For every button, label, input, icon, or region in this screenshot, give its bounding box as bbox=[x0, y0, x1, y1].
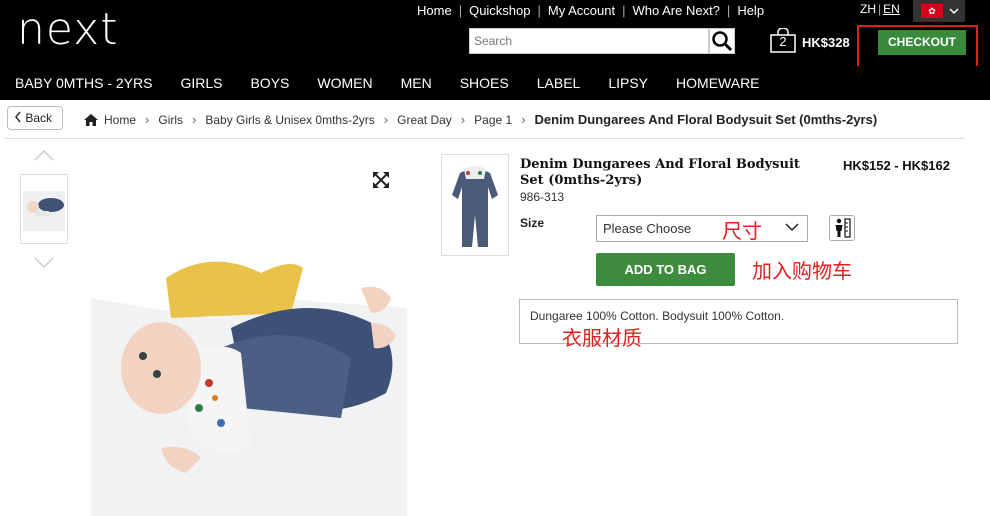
breadcrumb: Home › Girls › Baby Girls & Unisex 0mths… bbox=[84, 112, 877, 127]
material-text: Dungaree 100% Cotton. Bodysuit 100% Cott… bbox=[530, 309, 785, 323]
lang-zh[interactable]: ZH bbox=[860, 2, 876, 16]
nav-item-girls[interactable]: GIRLS bbox=[180, 75, 222, 91]
toplink-my-account[interactable]: My Account bbox=[541, 3, 622, 18]
chevron-right-icon: › bbox=[145, 112, 150, 127]
nav-item-homeware[interactable]: HOMEWARE bbox=[676, 75, 759, 91]
breadcrumb-girls[interactable]: Girls bbox=[158, 113, 183, 127]
main-nav: BABY 0MTHS - 2YRS GIRLS BOYS WOMEN MEN S… bbox=[0, 66, 990, 100]
back-label: Back bbox=[25, 111, 53, 125]
product-thumbnail bbox=[441, 154, 509, 256]
search-input[interactable] bbox=[469, 28, 709, 54]
nav-item-lipsy[interactable]: LIPSY bbox=[608, 75, 648, 91]
nav-item-label[interactable]: LABEL bbox=[537, 75, 581, 91]
nav-item-women[interactable]: WOMEN bbox=[317, 75, 372, 91]
breadcrumb-current: Denim Dungarees And Floral Bodysuit Set … bbox=[534, 112, 878, 127]
checkout-annotation-box bbox=[857, 25, 978, 71]
chevron-up-icon[interactable] bbox=[33, 148, 55, 162]
nav-item-shoes[interactable]: SHOES bbox=[460, 75, 509, 91]
bag-total: HK$328 bbox=[802, 35, 850, 50]
chevron-down-icon[interactable] bbox=[33, 256, 55, 270]
thumbnail-image bbox=[21, 175, 67, 243]
divider bbox=[5, 138, 965, 139]
material-annotation: 衣服材质 bbox=[562, 326, 642, 350]
product-title: Denim Dungarees And Floral Bodysuit Set … bbox=[520, 157, 800, 188]
next-logo[interactable]: next bbox=[17, 8, 118, 52]
add-to-bag-annotation: 加入购物车 bbox=[752, 259, 852, 283]
chevron-right-icon: › bbox=[192, 112, 197, 127]
breadcrumb-great-day[interactable]: Great Day bbox=[397, 113, 452, 127]
nav-item-boys[interactable]: BOYS bbox=[250, 75, 289, 91]
product-code: 986-313 bbox=[520, 190, 565, 204]
product-photo bbox=[91, 258, 407, 516]
chevron-right-icon: › bbox=[460, 112, 466, 127]
country-selector[interactable]: ✿ bbox=[913, 0, 965, 22]
gallery-thumbnail[interactable] bbox=[20, 174, 68, 244]
search-icon bbox=[712, 31, 733, 52]
chevron-right-icon: › bbox=[521, 112, 526, 127]
product-thumbnail-image bbox=[452, 166, 498, 247]
top-links: Home | Quickshop | My Account | Who Are … bbox=[410, 3, 771, 18]
chevron-down-icon bbox=[949, 8, 959, 15]
language-switcher: ZH | EN bbox=[860, 2, 900, 16]
bag-count: 2 bbox=[779, 34, 787, 49]
breadcrumb-page-1[interactable]: Page 1 bbox=[474, 113, 512, 127]
site-header: next Home | Quickshop | My Account | Who… bbox=[0, 0, 990, 66]
breadcrumb-baby-girls[interactable]: Baby Girls & Unisex 0mths-2yrs bbox=[205, 113, 374, 127]
size-guide-button[interactable] bbox=[829, 215, 855, 241]
chevron-left-icon bbox=[15, 111, 21, 123]
toplink-home[interactable]: Home bbox=[410, 3, 459, 18]
back-button[interactable]: Back bbox=[7, 106, 63, 130]
size-selected-value: Please Choose bbox=[603, 221, 692, 236]
product-price: HK$152 - HK$162 bbox=[843, 158, 950, 173]
nav-item-baby[interactable]: BABY 0MTHS - 2YRS bbox=[15, 75, 152, 91]
toplink-quickshop[interactable]: Quickshop bbox=[462, 3, 537, 18]
hong-kong-flag-icon: ✿ bbox=[921, 4, 943, 18]
size-select[interactable]: Please Choose bbox=[596, 215, 808, 242]
home-icon bbox=[84, 113, 98, 126]
add-to-bag-button[interactable]: ADD TO BAG bbox=[596, 253, 735, 286]
toplink-who-are-next[interactable]: Who Are Next? bbox=[625, 3, 726, 18]
size-guide-icon bbox=[835, 218, 851, 238]
expand-icon[interactable] bbox=[373, 172, 389, 188]
search-button[interactable] bbox=[709, 28, 735, 54]
product-main-image[interactable] bbox=[91, 258, 407, 516]
breadcrumb-home[interactable]: Home bbox=[104, 113, 136, 127]
lang-en[interactable]: EN bbox=[883, 2, 900, 16]
size-annotation: 尺寸 bbox=[722, 219, 762, 243]
toplink-help[interactable]: Help bbox=[730, 3, 771, 18]
size-label: Size bbox=[520, 216, 545, 230]
nav-item-men[interactable]: MEN bbox=[401, 75, 432, 91]
shopping-bag[interactable]: 2 bbox=[769, 28, 797, 53]
chevron-down-icon bbox=[785, 223, 799, 232]
chevron-right-icon: › bbox=[383, 112, 389, 127]
